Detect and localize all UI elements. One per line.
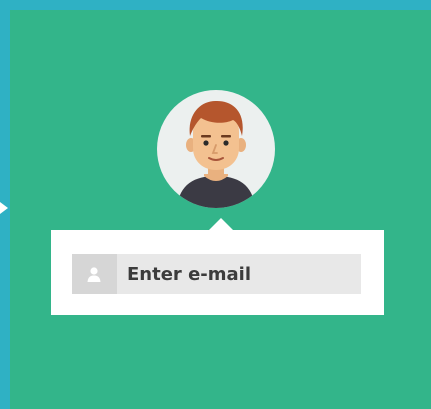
- login-panel: [10, 10, 431, 409]
- email-input[interactable]: [117, 254, 361, 294]
- avatar-illustration: [177, 100, 255, 208]
- login-card: [51, 230, 384, 315]
- user-icon: [72, 254, 117, 294]
- arrow-right-icon: [0, 202, 8, 214]
- email-field[interactable]: [72, 254, 361, 294]
- card-pointer: [209, 218, 233, 230]
- avatar: [157, 90, 275, 208]
